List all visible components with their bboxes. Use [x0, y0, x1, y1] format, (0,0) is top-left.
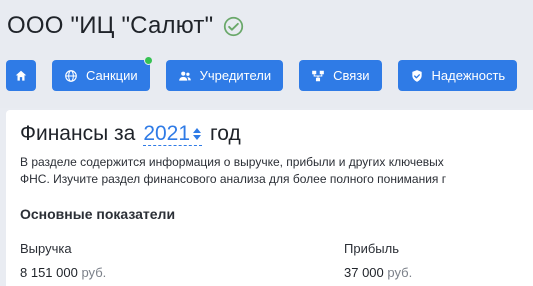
reliability-button[interactable]: Надежность	[397, 60, 518, 91]
sort-arrows-icon	[193, 127, 202, 140]
network-icon	[312, 70, 324, 81]
company-heading: ООО "ИЦ "Салют"	[7, 12, 244, 40]
links-button[interactable]: Связи	[299, 60, 382, 91]
finance-title-prefix: Финансы за	[20, 122, 136, 145]
section-navbar: Санкции Учредители Связи Надежность	[6, 56, 518, 91]
year-selector[interactable]: 2021	[143, 122, 203, 146]
sanctions-label: Санкции	[86, 68, 138, 83]
sanctions-button[interactable]: Санкции	[52, 56, 153, 91]
revenue-label: Выручка	[20, 241, 72, 256]
home-icon	[15, 70, 27, 81]
finance-title: Финансы за 2021 год	[20, 122, 241, 146]
globe-icon	[65, 69, 77, 82]
finance-card: Финансы за 2021 год В разделе содержится…	[6, 110, 533, 286]
home-button[interactable]	[6, 60, 36, 91]
section-title: Основные показатели	[20, 206, 176, 222]
description-line: ФНС. Изучите раздел финансового анализа …	[20, 172, 447, 186]
revenue-amount: 8 151 000	[20, 265, 78, 280]
revenue-unit: руб.	[81, 265, 107, 280]
status-dot	[143, 56, 153, 65]
profit-amount: 37 000	[344, 265, 384, 280]
page-header: ООО "ИЦ "Салют" Санкции Учредители Связи…	[0, 0, 533, 108]
company-name: ООО "ИЦ "Салют"	[7, 12, 214, 39]
finance-description: В разделе содержится информация о выручк…	[20, 154, 533, 188]
description-line: В разделе содержится информация о выручк…	[20, 155, 444, 169]
founders-button[interactable]: Учредители	[165, 60, 284, 91]
shield-check-icon	[411, 69, 422, 82]
reliability-label: Надежность	[431, 68, 506, 83]
links-label: Связи	[333, 68, 370, 83]
finance-title-suffix: год	[210, 122, 241, 145]
founders-label: Учредители	[199, 68, 272, 83]
year-value: 2021	[143, 122, 191, 145]
profit-value: 37 000 руб.	[344, 265, 412, 280]
profit-unit: руб.	[387, 265, 413, 280]
check-circle-icon	[224, 16, 244, 36]
users-icon	[178, 71, 191, 81]
profit-label: Прибыль	[344, 241, 399, 256]
revenue-value: 8 151 000 руб.	[20, 265, 106, 280]
